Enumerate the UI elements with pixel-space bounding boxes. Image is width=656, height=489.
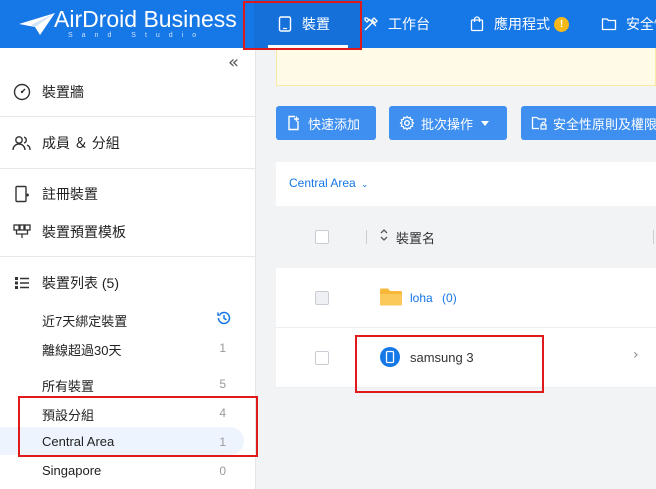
sidebar-item-device-list[interactable]: 裝置列表 (5) <box>0 271 256 295</box>
sidebar-item-label: 註冊裝置 <box>42 186 98 202</box>
sidebar-item-device-wall[interactable]: 裝置牆 <box>0 80 256 104</box>
sidebar-item-label: 裝置牆 <box>42 84 84 100</box>
nav-tab-apps[interactable]: 應用程式 ! <box>468 0 569 48</box>
add-device-icon <box>286 115 302 131</box>
sub-item-count: 0 <box>219 464 226 478</box>
tablet-icon <box>276 15 294 33</box>
notice-banner <box>276 48 656 86</box>
sub-item-label: 所有裝置 <box>42 379 95 394</box>
row-checkbox[interactable] <box>315 291 329 305</box>
column-divider <box>653 230 654 244</box>
sub-item-label: Singapore <box>42 463 102 478</box>
caret-down-icon <box>481 120 490 126</box>
sub-item-default-group[interactable]: 預設分組 4 <box>0 398 256 426</box>
security-policy-button[interactable]: 安全性原則及權限 <box>521 106 656 140</box>
nav-tab-label: 應用程式 <box>494 16 550 32</box>
template-icon <box>12 222 32 242</box>
button-label: 安全性原則及權限 <box>553 116 656 132</box>
table-row[interactable]: samsung 3 › <box>276 328 656 388</box>
column-header-device-name[interactable]: 裝置名 <box>396 228 435 247</box>
sub-item-count: 4 <box>219 406 226 420</box>
dashboard-icon <box>12 82 32 102</box>
shopping-bag-icon <box>468 15 486 33</box>
airdroid-logo[interactable]: AirDroid Business Sand Studio <box>18 6 237 40</box>
quick-add-button[interactable]: 快速添加 <box>276 106 376 140</box>
group-filter-value: Central Area <box>289 176 356 190</box>
divider <box>0 116 256 117</box>
table-header: 裝置名 <box>276 206 656 268</box>
device-icon <box>380 347 400 371</box>
gear-icon <box>399 115 415 131</box>
divider <box>0 256 256 257</box>
sub-item-label: 離線超過30天 <box>42 343 122 358</box>
sub-item-count: 1 <box>219 341 226 355</box>
column-divider <box>366 230 367 244</box>
nav-tab-devices[interactable]: 裝置 <box>254 0 362 48</box>
sidebar-item-enroll-device[interactable]: 註冊裝置 <box>0 182 256 206</box>
select-all-checkbox[interactable] <box>315 230 329 244</box>
logo-subtext: Sand Studio <box>68 32 206 39</box>
double-chevron-left-icon[interactable]: « <box>228 52 239 73</box>
button-label: 快速添加 <box>308 116 361 132</box>
nav-tab-workbench[interactable]: 工作台 <box>362 0 430 48</box>
folder-name-text: loha <box>410 291 433 305</box>
sub-item-label: 預設分組 <box>42 408 95 423</box>
sub-item-offline-30-days[interactable]: 離線超過30天 1 <box>0 333 256 361</box>
top-bar: AirDroid Business Sand Studio 裝置 工作台 應用程… <box>0 0 656 48</box>
sidebar-item-members-groups[interactable]: 成員 ＆ 分組 <box>0 131 256 155</box>
nav-tab-label: 裝置 <box>302 16 330 32</box>
alert-badge: ! <box>554 16 569 32</box>
folder-lock-icon <box>531 115 547 131</box>
sidebar-item-label: 裝置列表 (5) <box>42 275 119 291</box>
device-name[interactable]: samsung 3 <box>410 350 474 365</box>
chevron-right-icon[interactable]: › <box>633 347 639 363</box>
sub-item-count: 5 <box>219 377 226 391</box>
folder-icon <box>600 15 618 33</box>
sub-item-count: 1 <box>219 435 226 449</box>
nav-tab-label: 安全性 <box>626 16 656 32</box>
sidebar-item-label: 裝置預置模板 <box>42 224 126 240</box>
sort-icon[interactable] <box>379 227 389 246</box>
group-filter-dropdown[interactable]: Central Area ⌄ <box>289 176 369 190</box>
folder-icon <box>380 288 402 310</box>
logo-text: AirDroid Business <box>54 6 237 32</box>
table-row[interactable]: loha (0) <box>276 268 656 328</box>
history-icon[interactable] <box>216 310 232 330</box>
divider <box>0 168 256 169</box>
sidebar: « 裝置牆 成員 ＆ 分組 註冊裝置 裝置預置模板 裝置列表 (5) 近7天綁定 <box>0 48 256 489</box>
sub-item-all-devices[interactable]: 所有裝置 5 <box>0 369 256 397</box>
sidebar-item-label: 成員 ＆ 分組 <box>42 135 120 151</box>
batch-operations-button[interactable]: 批次操作 <box>389 106 507 140</box>
enroll-icon <box>12 184 32 204</box>
list-icon <box>12 273 32 293</box>
users-icon <box>12 133 32 153</box>
folder-name[interactable]: loha (0) <box>410 291 457 305</box>
row-checkbox[interactable] <box>315 351 329 365</box>
sub-item-singapore[interactable]: Singapore 0 <box>0 456 256 484</box>
sidebar-item-device-templates[interactable]: 裝置預置模板 <box>0 220 256 244</box>
sub-item-central-area[interactable]: Central Area 1 <box>0 427 244 455</box>
sub-item-recent-bound[interactable]: 近7天綁定裝置 <box>0 304 256 332</box>
nav-tab-security[interactable]: 安全性 <box>600 0 656 48</box>
sub-item-label: Central Area <box>42 434 115 449</box>
sub-item-label: 近7天綁定裝置 <box>42 314 128 329</box>
nav-tab-label: 工作台 <box>388 16 430 32</box>
chevron-down-icon: ⌄ <box>361 179 369 189</box>
paper-plane-icon <box>19 13 55 35</box>
tools-icon <box>362 15 380 33</box>
button-label: 批次操作 <box>421 116 474 132</box>
device-table-panel: Central Area ⌄ 裝置名 loha (0) samsung 3 › <box>276 162 656 388</box>
folder-count: (0) <box>442 291 457 305</box>
